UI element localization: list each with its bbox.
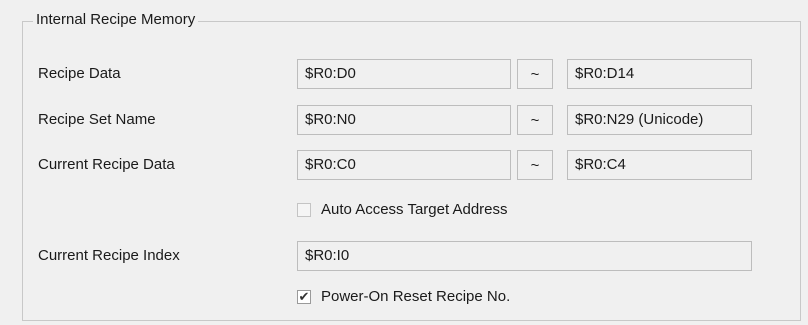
checkmark-icon: ✔ bbox=[298, 289, 310, 304]
recipe-data-range-separator: ~ bbox=[517, 59, 553, 89]
recipe-data-start-field[interactable]: $R0:D0 bbox=[297, 59, 511, 89]
group-title: Internal Recipe Memory bbox=[33, 10, 199, 30]
power-on-reset-recipe-no-checkbox[interactable]: ✔ bbox=[297, 290, 311, 304]
power-on-reset-recipe-no-checkbox-row[interactable]: ✔ Power-On Reset Recipe No. bbox=[297, 287, 510, 307]
auto-access-target-address-label: Auto Access Target Address bbox=[321, 201, 508, 218]
current-recipe-data-label: Current Recipe Data bbox=[38, 156, 175, 173]
current-recipe-index-field[interactable]: $R0:I0 bbox=[297, 241, 752, 271]
recipe-set-name-end-field[interactable]: $R0:N29 (Unicode) bbox=[567, 105, 752, 135]
recipe-set-name-label: Recipe Set Name bbox=[38, 111, 156, 128]
recipe-set-name-range-separator: ~ bbox=[517, 105, 553, 135]
current-recipe-data-start-field[interactable]: $R0:C0 bbox=[297, 150, 511, 180]
current-recipe-data-range-separator: ~ bbox=[517, 150, 553, 180]
current-recipe-data-end-field[interactable]: $R0:C4 bbox=[567, 150, 752, 180]
power-on-reset-recipe-no-label: Power-On Reset Recipe No. bbox=[321, 288, 511, 305]
auto-access-target-address-checkbox-row[interactable]: Auto Access Target Address bbox=[297, 200, 508, 220]
auto-access-target-address-checkbox[interactable] bbox=[297, 203, 311, 217]
recipe-set-name-start-field[interactable]: $R0:N0 bbox=[297, 105, 511, 135]
current-recipe-index-label: Current Recipe Index bbox=[38, 247, 180, 264]
recipe-data-end-field[interactable]: $R0:D14 bbox=[567, 59, 752, 89]
recipe-data-label: Recipe Data bbox=[38, 65, 121, 82]
